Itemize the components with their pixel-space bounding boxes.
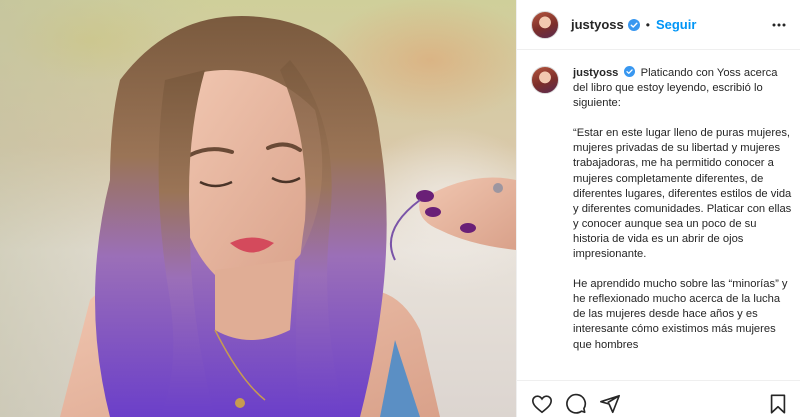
verified-badge-icon: [623, 66, 635, 77]
share-icon[interactable]: [599, 393, 621, 415]
caption-paragraph-2: He aprendido mucho sobre las “minorías” …: [573, 278, 788, 351]
header-separator: •: [645, 17, 650, 32]
comment-icon[interactable]: [565, 393, 587, 415]
caption-body: “Estar en este lugar lleno de puras muje…: [573, 126, 793, 352]
caption-avatar[interactable]: [531, 66, 559, 94]
verified-badge-icon: [627, 18, 640, 31]
bookmark-icon[interactable]: [767, 393, 789, 415]
post-header: justyoss • Seguir: [517, 0, 800, 50]
caption-username[interactable]: justyoss: [573, 67, 618, 79]
caption-intro-block: justyoss Platicando con Yoss acerca del …: [573, 66, 793, 111]
more-options-icon[interactable]: [771, 17, 787, 33]
action-bar: [517, 380, 800, 417]
caption-area: justyoss Platicando con Yoss acerca del …: [531, 66, 793, 380]
follow-button[interactable]: Seguir: [656, 17, 696, 32]
header-username[interactable]: justyoss: [571, 17, 624, 32]
caption-paragraph-1: “Estar en este lugar lleno de puras muje…: [573, 127, 792, 261]
post-sidebar: justyoss • Seguir justyoss Platicando co…: [516, 0, 800, 417]
heart-icon[interactable]: [531, 393, 553, 415]
photo-illustration: [60, 16, 516, 417]
avatar[interactable]: [531, 10, 559, 39]
post-photo[interactable]: [0, 0, 516, 417]
caption-header: justyoss Platicando con Yoss acerca del …: [531, 66, 793, 111]
